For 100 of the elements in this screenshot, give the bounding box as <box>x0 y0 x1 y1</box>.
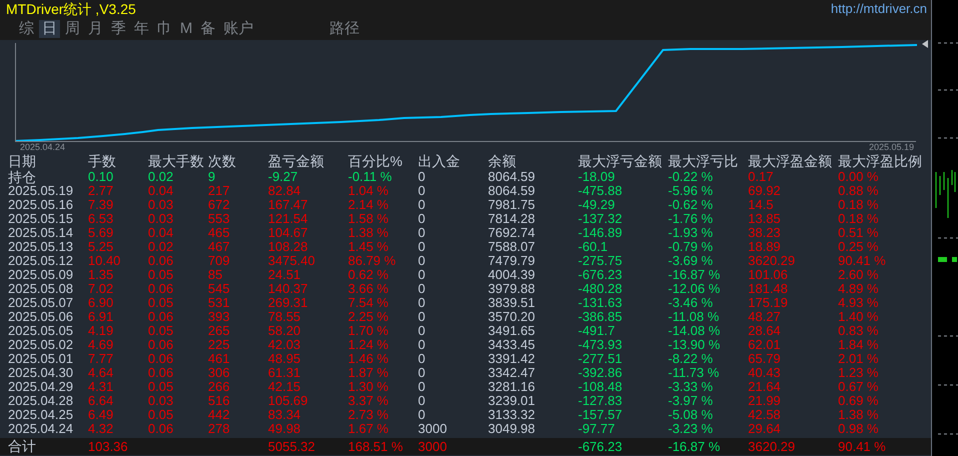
table-cell-text: 5.25 <box>88 240 114 254</box>
table-cell-text: 6.91 <box>88 310 114 324</box>
table-cell-text: 465 <box>208 226 231 240</box>
table-cell-text: -14.08 % <box>668 324 722 338</box>
table-cell-text: 合计 <box>8 438 37 455</box>
axis-label: 2025.05.19 <box>868 142 914 152</box>
table-cell-text: 0 <box>418 254 426 268</box>
table-cell-text: 1.67 % <box>348 422 390 436</box>
table-cell-text: 13.85 <box>748 212 782 226</box>
table-cell-text: 121.54 <box>268 212 309 226</box>
table-cell-text: -473.93 <box>578 338 624 352</box>
table-cell-text: 48.27 <box>748 310 782 324</box>
table-cell-text: 3570.20 <box>488 310 536 324</box>
table-cell-text: -11.08 % <box>668 310 720 324</box>
tab[interactable]: M <box>177 20 196 38</box>
table-cell-text: 168.51 % <box>348 438 404 455</box>
table-cell-text: 2025.04.28 <box>8 394 74 408</box>
table-cell-text: 2025.04.25 <box>8 408 74 422</box>
table-cell-text: 61.31 <box>268 366 302 380</box>
table-cell-text: 3342.47 <box>488 366 536 380</box>
tab[interactable]: 季 <box>108 20 129 38</box>
tab[interactable]: 备 <box>198 20 218 38</box>
table-cell-text: 21.99 <box>748 394 782 408</box>
table-cell-text: 24.51 <box>268 268 302 282</box>
table-cell-text: 7692.74 <box>488 226 536 240</box>
tab[interactable]: 巾 <box>154 20 175 38</box>
table-cell-text: 278 <box>208 422 231 436</box>
table-cell-text: 2025.04.29 <box>8 380 74 394</box>
table-cell-text: 3133.32 <box>488 408 536 422</box>
table-cell-text: 2025.04.24 <box>8 422 74 436</box>
table-cell-text: 2025.05.05 <box>8 324 74 338</box>
table-cell-text: 467 <box>208 240 231 254</box>
tab[interactable]: 综 <box>16 20 37 38</box>
table-cell-text: 2025.05.07 <box>8 296 74 310</box>
table-cell-text: 0.17 <box>748 170 774 184</box>
table-cell-text: 553 <box>208 212 231 226</box>
table-cell-text: -275.75 <box>578 254 624 268</box>
tab[interactable]: 账户 <box>220 20 256 38</box>
table-cell-text: 38.23 <box>748 226 782 240</box>
table-cell-text: 0 <box>418 240 426 254</box>
table-cell-text: -9.27 <box>268 170 299 184</box>
table-cell-text: -3.33 % <box>668 380 714 394</box>
table-cell-text: 0.51 % <box>838 226 880 240</box>
table-cell-text: 29.64 <box>748 422 782 436</box>
table-cell-text: 0 <box>418 282 426 296</box>
tab[interactable]: 月 <box>85 20 106 38</box>
table-cell-text: 7588.07 <box>488 240 536 254</box>
table-cell-text: 7814.28 <box>488 212 536 226</box>
table-cell-text: 1.35 <box>88 268 114 282</box>
table-cell-text: 14.5 <box>748 198 774 212</box>
table-cell-text: 0.05 <box>148 296 174 310</box>
table-cell-text: 3620.29 <box>748 438 796 455</box>
table-cell-text: -0.11 % <box>348 170 393 184</box>
table-cell-text: -676.23 <box>578 438 624 455</box>
table-cell-text: 0 <box>418 212 426 226</box>
table-cell-text: 7479.79 <box>488 254 536 268</box>
table-cell-text: 83.34 <box>268 408 302 422</box>
table-cell-text: -146.89 <box>578 226 624 240</box>
tab[interactable]: 日 <box>39 20 60 38</box>
table-cell-text: 3391.42 <box>488 352 536 366</box>
table-cell-text: 2025.05.06 <box>8 310 74 324</box>
table-cell-text: 2025.05.16 <box>8 198 74 212</box>
table-cell-text: 0.03 <box>148 212 174 226</box>
table-cell-text: 8064.59 <box>488 184 536 198</box>
column-header: 最大浮亏金额 <box>578 152 663 170</box>
table-cell-text: 0.18 % <box>838 212 880 226</box>
table-cell-text: 7.54 % <box>348 296 390 310</box>
table-cell-text: 2025.05.15 <box>8 212 74 226</box>
table-cell-text: 3491.65 <box>488 324 536 338</box>
table-cell-text: 0.05 <box>148 268 174 282</box>
table-cell-text: 181.48 <box>748 282 789 296</box>
table-cell-text: 0.25 % <box>838 240 880 254</box>
website-link[interactable]: http://mtdriver.cn <box>830 0 931 18</box>
table-cell-text: 0.06 <box>148 338 174 352</box>
table-cell-text: 7.02 <box>88 282 114 296</box>
table-cell-text: 1.38 % <box>838 408 880 422</box>
table-cell-text: 0.06 <box>148 254 174 268</box>
table-cell-text: 531 <box>208 296 231 310</box>
table-cell-text: 104.67 <box>268 226 309 240</box>
table-cell-text: 1.40 % <box>838 310 880 324</box>
table-cell-text: -277.51 <box>578 352 624 366</box>
table-cell-text: 3.66 % <box>348 282 390 296</box>
table-cell-text: 58.20 <box>268 324 302 338</box>
table-cell-text: 4.93 % <box>838 296 880 310</box>
table-cell-text: 2.60 % <box>838 268 880 282</box>
table-cell-text: 0.00 % <box>838 170 880 184</box>
table-cell-text: 0 <box>418 170 426 184</box>
table-cell-text: 0 <box>418 380 426 394</box>
table-cell-text: 709 <box>208 254 231 268</box>
table-cell-text: 4.32 <box>88 422 114 436</box>
column-header: 余额 <box>488 152 517 170</box>
table-cell-text: 90.41 % <box>838 438 887 455</box>
tab[interactable]: 路径 <box>326 20 362 38</box>
table-cell-text: 0.06 <box>148 366 174 380</box>
tab[interactable]: 年 <box>131 20 152 38</box>
tab[interactable]: 周 <box>62 20 83 38</box>
table-cell-text: -1.93 % <box>668 226 714 240</box>
column-header: 最大浮亏比 <box>668 152 739 170</box>
table-cell-text: 442 <box>208 408 231 422</box>
table-cell-text: 1.84 % <box>838 338 880 352</box>
